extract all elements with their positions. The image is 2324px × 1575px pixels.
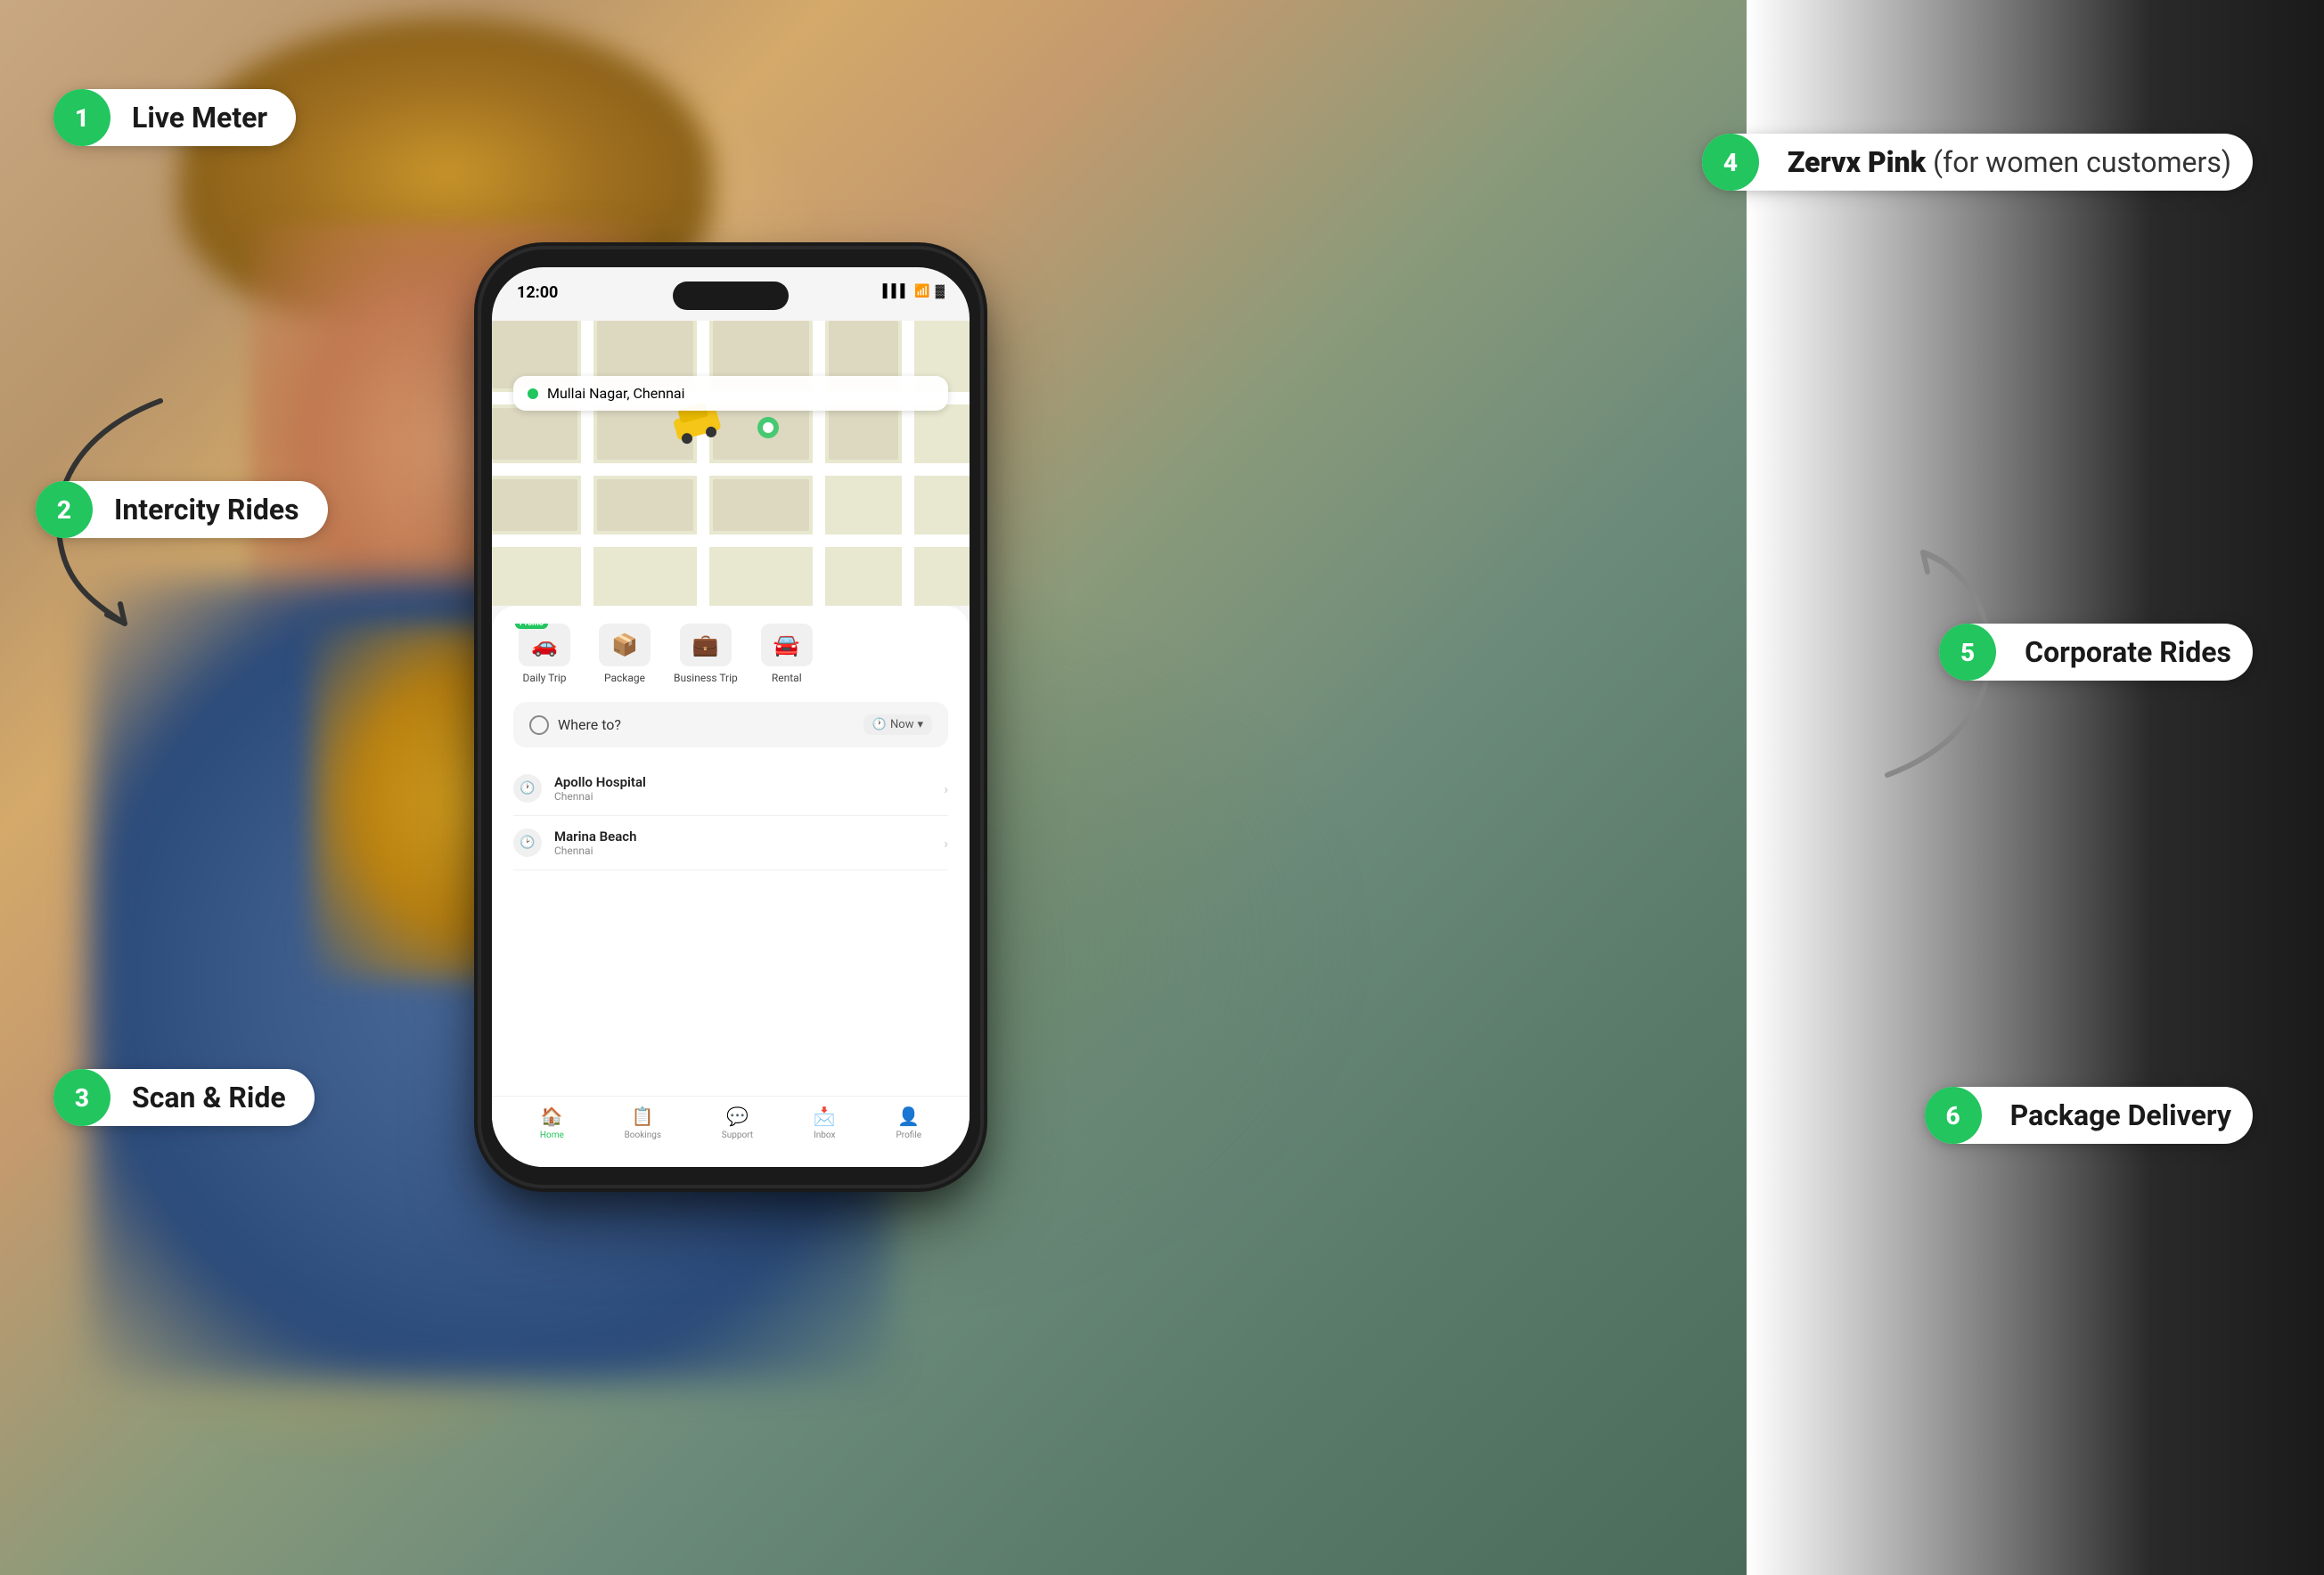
feature-label-4: Zervx Pink (for women customers)	[1759, 145, 2253, 179]
bottom-panel: Promo 🚗 Daily Trip 📦 Package 💼 Business …	[492, 606, 970, 1167]
location-marina[interactable]: 🕑 Marina Beach Chennai ›	[513, 816, 948, 870]
nav-home[interactable]: 🏠 Home	[540, 1106, 564, 1140]
nav-inbox[interactable]: 📩 Inbox	[814, 1106, 836, 1140]
right-background	[1747, 0, 2324, 1575]
location-text: Mullai Nagar, Chennai	[547, 385, 685, 402]
feature-pill-2: 2 Intercity Rides	[36, 481, 328, 538]
feature-number-5: 5	[1939, 624, 1996, 681]
package-icon: 📦	[599, 624, 651, 666]
status-icons: ▌▌▌ 📶 ▓	[883, 283, 945, 298]
clock-history-icon: 🕐	[513, 774, 542, 803]
home-label: Home	[540, 1130, 564, 1140]
business-label: Business Trip	[674, 672, 738, 684]
feature-label-5: Corporate Rides	[1996, 635, 2253, 669]
support-icon: 💬	[726, 1106, 749, 1127]
feature-pill-1: 1 Live Meter	[53, 89, 296, 146]
bookings-icon: 📋	[632, 1106, 654, 1127]
chevron-down-icon: ▾	[917, 718, 923, 731]
promo-badge: Promo	[515, 624, 548, 629]
nav-bookings[interactable]: 📋 Bookings	[625, 1106, 661, 1140]
status-time: 12:00	[517, 283, 558, 302]
feature-label-6: Package Delivery	[1982, 1098, 2253, 1132]
main-container: 12:00 ▌▌▌ 📶 ▓	[0, 0, 2324, 1575]
map-svg	[492, 321, 970, 606]
feature-number-2: 2	[36, 481, 93, 538]
location-apollo[interactable]: 🕐 Apollo Hospital Chennai ›	[513, 762, 948, 816]
battery-icon: ▓	[936, 283, 945, 298]
profile-icon: 👤	[897, 1106, 920, 1127]
phone-screen: 12:00 ▌▌▌ 📶 ▓	[492, 267, 970, 1167]
search-left: Where to?	[529, 715, 621, 735]
feature-pill-3: 3 Scan & Ride	[53, 1069, 315, 1126]
feature-label-1: Live Meter	[110, 101, 296, 135]
bookings-label: Bookings	[625, 1130, 661, 1140]
dynamic-island	[673, 282, 789, 310]
support-label: Support	[722, 1130, 753, 1140]
package-label: Package	[604, 672, 645, 684]
daily-trip-icon: Promo 🚗	[519, 624, 570, 666]
service-package[interactable]: 📦 Package	[593, 624, 656, 684]
phone-container: 12:00 ▌▌▌ 📶 ▓	[481, 249, 980, 1185]
feature-number-6: 6	[1925, 1087, 1982, 1144]
map-area: Mullai Nagar, Chennai	[492, 321, 970, 606]
phone-frame: 12:00 ▌▌▌ 📶 ▓	[481, 249, 980, 1185]
nav-support[interactable]: 💬 Support	[722, 1106, 753, 1140]
rental-icon: 🚘	[761, 624, 813, 666]
chevron-right-icon-2: ›	[944, 835, 948, 852]
inbox-icon: 📩	[814, 1106, 836, 1127]
service-business[interactable]: 💼 Business Trip	[674, 624, 738, 684]
feature-label-3: Scan & Ride	[110, 1081, 315, 1114]
marina-info: Marina Beach Chennai	[554, 828, 931, 857]
feature-pill-5: Corporate Rides 5	[1939, 624, 2253, 681]
clock-history-icon-2: 🕑	[513, 828, 542, 857]
chevron-right-icon: ›	[944, 780, 948, 797]
feature-label-2: Intercity Rides	[93, 493, 328, 526]
inbox-label: Inbox	[814, 1130, 835, 1140]
marina-name: Marina Beach	[554, 828, 931, 845]
apollo-name: Apollo Hospital	[554, 774, 931, 790]
feature-number-3: 3	[53, 1069, 110, 1126]
apollo-info: Apollo Hospital Chennai	[554, 774, 931, 803]
service-rental[interactable]: 🚘 Rental	[756, 624, 818, 684]
home-icon: 🏠	[541, 1106, 563, 1127]
business-icon: 💼	[680, 624, 732, 666]
profile-label: Profile	[896, 1130, 922, 1140]
now-label: Now	[890, 718, 913, 731]
location-dot	[528, 388, 538, 399]
location-bar: Mullai Nagar, Chennai	[513, 376, 948, 411]
wifi-icon: 📶	[914, 284, 929, 298]
feature-pill-4: Zervx Pink (for women customers) 4	[1702, 134, 2253, 191]
signal-icon: ▌▌▌	[883, 283, 910, 298]
services-row: Promo 🚗 Daily Trip 📦 Package 💼 Business …	[513, 624, 948, 684]
daily-trip-label: Daily Trip	[522, 672, 566, 684]
search-bar[interactable]: Where to? 🕐 Now ▾	[513, 702, 948, 747]
feature-number-1: 1	[53, 89, 110, 146]
search-placeholder: Where to?	[558, 716, 621, 733]
rental-label: Rental	[772, 672, 802, 684]
nav-profile[interactable]: 👤 Profile	[896, 1106, 922, 1140]
now-pill[interactable]: 🕐 Now ▾	[863, 714, 932, 735]
marina-sub: Chennai	[554, 845, 931, 857]
search-icon	[529, 715, 549, 735]
clock-icon: 🕐	[872, 718, 887, 731]
feature-pill-6: Package Delivery 6	[1925, 1087, 2253, 1144]
bottom-nav: 🏠 Home 📋 Bookings 💬 Support 📩	[492, 1096, 970, 1149]
service-daily-trip[interactable]: Promo 🚗 Daily Trip	[513, 624, 576, 684]
feature-number-4: 4	[1702, 134, 1759, 191]
apollo-sub: Chennai	[554, 790, 931, 803]
